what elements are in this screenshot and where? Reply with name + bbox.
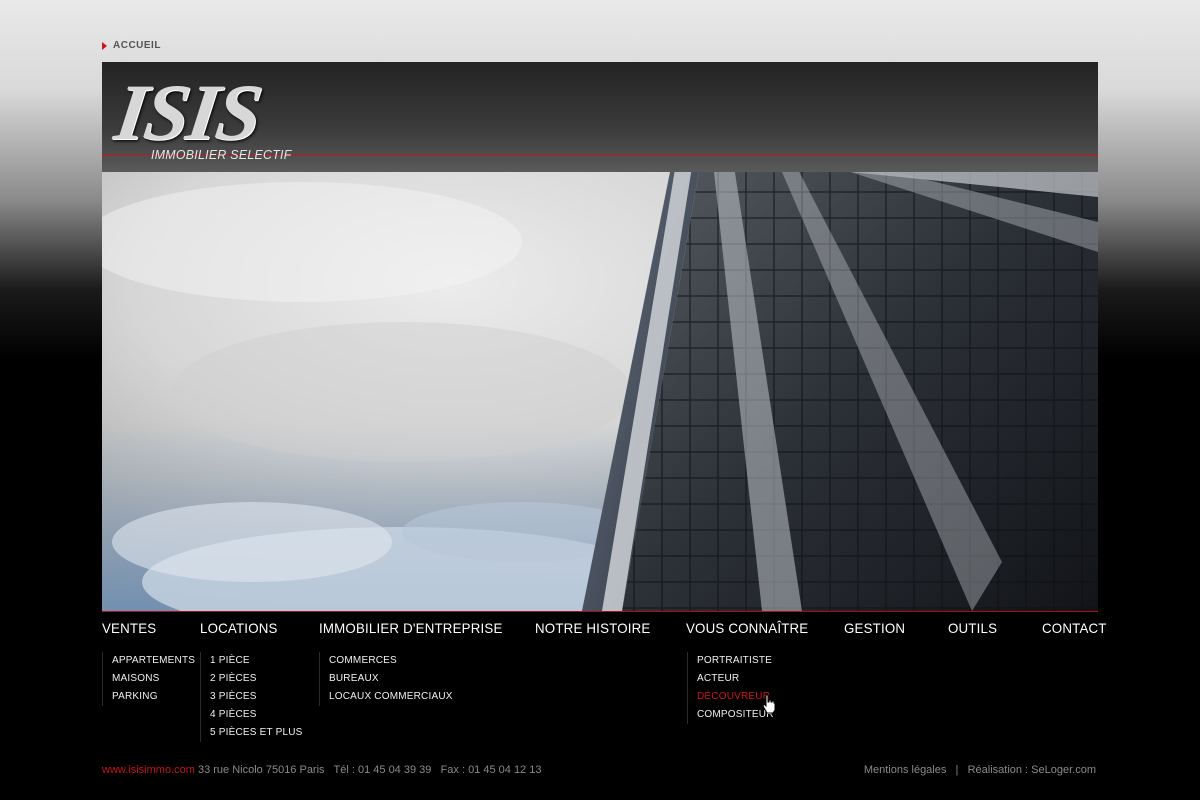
submenu-item-4-pieces[interactable]: 4 PIÈCES <box>210 706 303 724</box>
submenu-item-5-pieces-plus[interactable]: 5 PIÈCES ET PLUS <box>210 724 303 742</box>
breadcrumb-home-link[interactable]: ACCUEIL <box>113 40 161 51</box>
submenu-item-2-pieces[interactable]: 2 PIÈCES <box>210 670 303 688</box>
nav-item-vous-connaitre[interactable]: VOUS CONNAÎTRE <box>686 620 808 636</box>
submenu-item-acteur[interactable]: ACTEUR <box>697 670 774 688</box>
nav-item-locations[interactable]: LOCATIONS <box>200 620 278 636</box>
submenu-item-parking[interactable]: PARKING <box>112 688 195 706</box>
nav-item-outils[interactable]: OUTILS <box>948 620 997 636</box>
main-nav: VENTES LOCATIONS IMMOBILIER D'ENTREPRISE… <box>102 620 1106 640</box>
submenu-vous-connaitre: PORTRAITISTE ACTEUR DÉCOUVREUR COMPOSITE… <box>687 652 774 724</box>
footer-fax: Fax : 01 45 04 12 13 <box>440 764 542 776</box>
hero-bottom-divider <box>102 611 1098 612</box>
breadcrumb: ACCUEIL <box>102 40 161 51</box>
submenu-entreprise: COMMERCES BUREAUX LOCAUX COMMERCIAUX <box>319 652 453 706</box>
submenu-item-bureaux[interactable]: BUREAUX <box>329 670 453 688</box>
nav-item-contact[interactable]: CONTACT <box>1042 620 1107 636</box>
header-bar: ISIS IMMOBILIER SELECTIF <box>102 62 1098 172</box>
submenu-item-commerces[interactable]: COMMERCES <box>329 652 453 670</box>
footer-credit-link[interactable]: Réalisation : SeLoger.com <box>968 764 1096 776</box>
footer-contact: www.isisimmo.com 33 rue Nicolo 75016 Par… <box>102 764 541 776</box>
submenu-item-3-pieces[interactable]: 3 PIÈCES <box>210 688 303 706</box>
submenu-locations: 1 PIÈCE 2 PIÈCES 3 PIÈCES 4 PIÈCES 5 PIÈ… <box>200 652 303 742</box>
submenu-item-maisons[interactable]: MAISONS <box>112 670 195 688</box>
hand-cursor-icon <box>762 694 776 714</box>
footer-legal-link[interactable]: Mentions légales <box>864 764 947 776</box>
submenu-item-portraitiste[interactable]: PORTRAITISTE <box>697 652 774 670</box>
hero-banner: ISIS IMMOBILIER SELECTIF <box>102 62 1098 611</box>
footer-address: 33 rue Nicolo 75016 Paris <box>197 764 325 776</box>
breadcrumb-arrow-icon <box>102 41 107 50</box>
nav-item-notre-histoire[interactable]: NOTRE HISTOIRE <box>535 620 650 636</box>
submenu-item-1-piece[interactable]: 1 PIÈCE <box>210 652 303 670</box>
footer-website-link[interactable]: www.isisimmo.com <box>102 764 195 776</box>
footer-separator: | <box>955 764 959 776</box>
site-logo[interactable]: ISIS IMMOBILIER SELECTIF <box>110 68 346 168</box>
logo-wordmark: ISIS <box>109 69 266 157</box>
nav-item-gestion[interactable]: GESTION <box>844 620 905 636</box>
submenu-item-locaux-commerciaux[interactable]: LOCAUX COMMERCIAUX <box>329 688 453 706</box>
nav-item-ventes[interactable]: VENTES <box>102 620 156 636</box>
logo-tagline: IMMOBILIER SELECTIF <box>151 147 292 162</box>
submenu-item-appartements[interactable]: APPARTEMENTS <box>112 652 195 670</box>
footer-links: Mentions légales | Réalisation : SeLoger… <box>864 764 1096 776</box>
footer-phone: Tél : 01 45 04 39 39 <box>333 764 432 776</box>
submenu-ventes: APPARTEMENTS MAISONS PARKING <box>102 652 195 706</box>
nav-item-immobilier-entreprise[interactable]: IMMOBILIER D'ENTREPRISE <box>319 620 503 636</box>
